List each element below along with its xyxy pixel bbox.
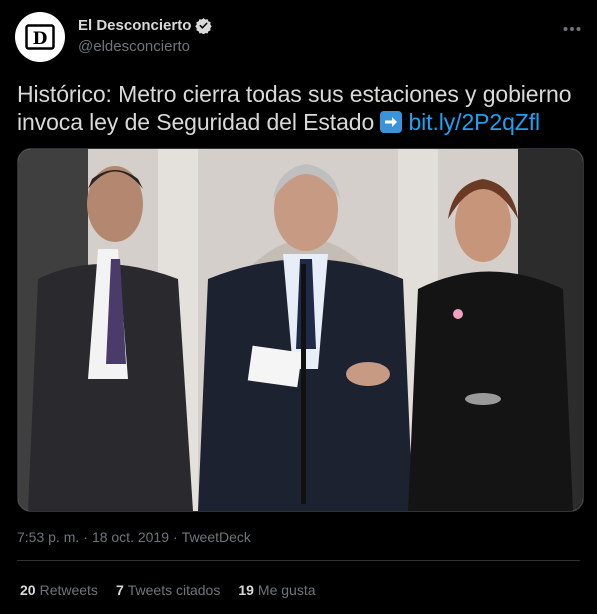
- tweet-time[interactable]: 7:53 p. m.: [17, 529, 79, 545]
- likes-stat[interactable]: 19 Me gusta: [238, 582, 315, 598]
- more-options-button[interactable]: [561, 18, 583, 40]
- verified-badge-icon: [195, 18, 213, 34]
- likes-label: Me gusta: [257, 582, 316, 598]
- meta-separator: ·: [173, 529, 178, 545]
- tweet-stats: 20 Retweets 7 Tweets citados 19 Me gusta: [20, 582, 316, 598]
- quote-tweets-count: 7: [115, 582, 124, 598]
- meta-separator: ·: [83, 529, 88, 545]
- retweets-label: Retweets: [39, 582, 98, 598]
- avatar[interactable]: D: [15, 12, 65, 62]
- author-name-row[interactable]: El Desconcierto: [78, 17, 213, 34]
- retweets-stat[interactable]: 20 Retweets: [20, 582, 98, 598]
- tweet-link[interactable]: bit.ly/2P2qZfl: [408, 109, 540, 135]
- quote-tweets-stat[interactable]: 7 Tweets citados: [116, 582, 220, 598]
- tweet-meta: 7:53 p. m. · 18 oct. 2019 · TweetDeck: [17, 529, 251, 545]
- likes-count: 19: [238, 582, 254, 598]
- quote-tweets-label: Tweets citados: [127, 582, 221, 598]
- tweet-source[interactable]: TweetDeck: [182, 529, 251, 545]
- tweet-date[interactable]: 18 oct. 2019: [92, 529, 169, 545]
- display-name[interactable]: El Desconcierto: [78, 17, 191, 34]
- photo-illustration: [18, 149, 583, 511]
- el-desconcierto-logo-icon: D: [25, 24, 55, 50]
- author-block: El Desconcierto @eldesconcierto: [78, 17, 213, 55]
- more-dots-icon: [563, 27, 581, 31]
- divider: [17, 560, 580, 561]
- svg-text:D: D: [33, 29, 48, 49]
- tweet-text: Histórico: Metro cierra todas sus estaci…: [17, 80, 582, 136]
- tweet: D El Desconcierto @eldesconcierto Histór…: [0, 0, 597, 614]
- handle[interactable]: @eldesconcierto: [78, 38, 212, 55]
- tweet-photo[interactable]: [17, 148, 584, 512]
- arrow-right-emoji: [380, 111, 403, 133]
- retweets-count: 20: [20, 582, 36, 598]
